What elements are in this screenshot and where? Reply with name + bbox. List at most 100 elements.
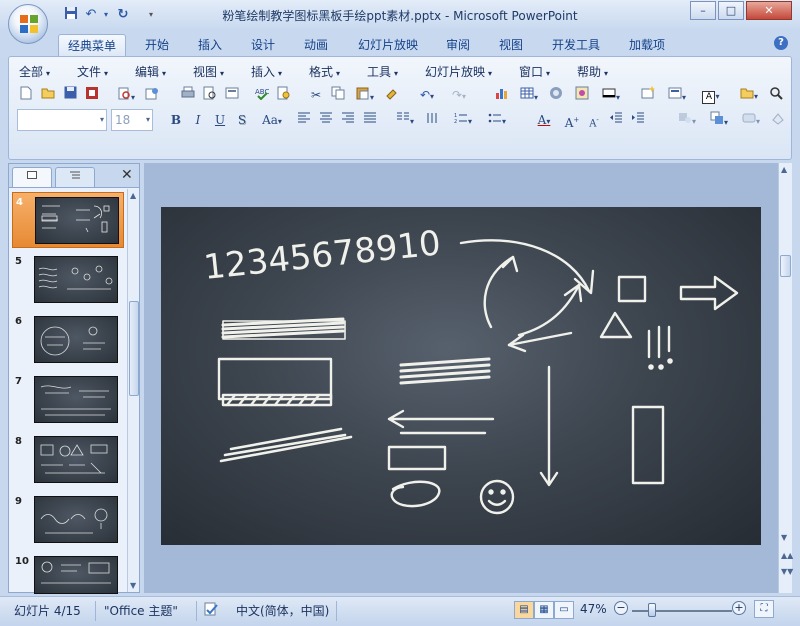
menu-window[interactable]: 窗口 ▾ (519, 63, 550, 80)
align-right-icon[interactable] (339, 110, 357, 130)
menu-file[interactable]: 文件 ▾ (77, 63, 108, 80)
scroll-up-icon[interactable]: ▲ (130, 191, 136, 200)
change-case-button[interactable]: Aa▾ (257, 110, 287, 130)
zoom-in-button[interactable]: + (732, 601, 746, 615)
increase-indent-icon[interactable] (629, 110, 647, 130)
office-button[interactable] (8, 4, 48, 44)
fit-to-window-icon[interactable]: ⛶ (754, 600, 774, 618)
help-icon[interactable]: ? (774, 36, 788, 50)
tab-addins[interactable]: 加载项 (622, 34, 672, 56)
theme-name[interactable]: "Office 主题" (104, 602, 178, 619)
tab-developer[interactable]: 开发工具 (546, 34, 606, 56)
font-size-combo[interactable]: 18 ▾ (111, 109, 153, 131)
slideshow-view-icon[interactable]: ▭ (554, 601, 574, 619)
slide-thumbnail-9[interactable]: 9 (12, 492, 124, 548)
menu-slideshow[interactable]: 幻灯片放映 ▾ (425, 63, 492, 80)
clipart-icon[interactable] (547, 85, 565, 105)
zoom-out-button[interactable]: − (614, 601, 628, 615)
arrange-dropdown-icon[interactable]: ▾ (705, 110, 733, 130)
close-button[interactable]: ✕ (746, 1, 792, 20)
tab-slideshow[interactable]: 幻灯片放映 (352, 34, 424, 56)
editor-scrollbar[interactable]: ▲ ▼ ▲▲ ▼▼ (778, 163, 793, 593)
textbox-dropdown-icon[interactable]: A ▾ (697, 85, 725, 105)
print-preview-dropdown-icon[interactable]: ▾ (113, 85, 139, 105)
slides-tab[interactable] (12, 167, 52, 187)
tab-insert[interactable]: 插入 (191, 34, 229, 56)
align-center-icon[interactable] (317, 110, 335, 130)
menu-format[interactable]: 格式 ▾ (309, 63, 340, 80)
underline-button[interactable]: U (211, 110, 229, 130)
save-toolbar-icon[interactable] (61, 85, 79, 105)
shrink-font-icon[interactable]: A- (585, 110, 603, 130)
current-slide[interactable]: 12345678910 !!! (161, 207, 761, 545)
menu-all[interactable]: 全部 ▾ (19, 63, 50, 80)
layout-icon[interactable] (223, 85, 241, 105)
bold-button[interactable]: B (167, 110, 185, 130)
slide-layout-dropdown-icon[interactable]: ▾ (663, 85, 691, 105)
publish-icon[interactable] (143, 85, 161, 105)
panel-scrollbar[interactable]: ▲ ▼ (127, 189, 139, 592)
tab-view[interactable]: 视图 (492, 34, 530, 56)
menu-tools[interactable]: 工具 ▾ (367, 63, 398, 80)
panel-scroll-thumb[interactable] (129, 301, 139, 396)
text-direction-icon[interactable] (423, 110, 441, 130)
menu-edit[interactable]: 编辑 ▾ (135, 63, 166, 80)
columns-dropdown-icon[interactable]: ▾ (391, 110, 419, 130)
editor-scroll-thumb[interactable] (780, 255, 791, 277)
spellcheck-icon[interactable] (204, 602, 220, 619)
undo-toolbar-icon[interactable]: ↶▾ (413, 85, 441, 105)
tab-classic-menu[interactable]: 经典菜单 (58, 34, 126, 56)
table-dropdown-icon[interactable]: ▾ (515, 85, 543, 105)
font-name-combo[interactable]: ▾ (17, 109, 107, 131)
format-painter-icon[interactable] (383, 85, 401, 105)
minimize-button[interactable]: – (690, 1, 716, 20)
tab-review[interactable]: 审阅 (439, 34, 477, 56)
chart-icon[interactable] (493, 85, 511, 105)
close-panel-icon[interactable]: ✕ (121, 167, 133, 183)
new-slide-icon[interactable] (639, 85, 657, 105)
font-color-button[interactable]: A▾ (529, 110, 559, 130)
slide-thumbnail-6[interactable]: 6 (12, 312, 124, 368)
research-icon[interactable] (275, 85, 293, 105)
shape-fill-icon[interactable] (769, 110, 787, 130)
italic-button[interactable]: I (189, 110, 207, 130)
justify-icon[interactable] (361, 110, 379, 130)
print-icon[interactable] (179, 85, 197, 105)
permission-icon[interactable] (83, 85, 101, 105)
numbering-dropdown-icon[interactable]: 1 2 ▾ (449, 110, 477, 130)
editor-scroll-down-icon[interactable]: ▼ (781, 533, 787, 542)
shadow-button[interactable]: S (233, 110, 251, 130)
slide-sorter-icon[interactable]: ▦ (534, 601, 554, 619)
align-left-icon[interactable] (295, 110, 313, 130)
quick-styles-dropdown-icon[interactable]: ▾ (737, 110, 765, 130)
preview-icon[interactable] (201, 85, 219, 105)
picture-icon[interactable] (573, 85, 591, 105)
tab-animation[interactable]: 动画 (297, 34, 335, 56)
border-dropdown-icon[interactable]: ▾ (597, 85, 625, 105)
new-icon[interactable] (17, 85, 35, 105)
tab-design[interactable]: 设计 (244, 34, 282, 56)
shapes-dropdown-icon[interactable]: ▾ (673, 110, 701, 130)
decrease-indent-icon[interactable] (607, 110, 625, 130)
paste-dropdown-icon[interactable]: ▾ (351, 85, 379, 105)
outline-tab[interactable] (55, 167, 95, 187)
slide-thumbnail-8[interactable]: 8 (12, 432, 124, 488)
bullets-dropdown-icon[interactable]: ▾ (483, 110, 511, 130)
copy-icon[interactable] (329, 85, 347, 105)
zoom-level[interactable]: 47% (580, 602, 607, 616)
grow-font-icon[interactable]: A+ (563, 110, 581, 130)
editor-scroll-up-icon[interactable]: ▲ (781, 165, 787, 174)
find-icon[interactable] (765, 85, 787, 105)
zoom-slider[interactable] (632, 610, 732, 612)
scroll-down-icon[interactable]: ▼ (130, 581, 136, 590)
zoom-slider-handle[interactable] (648, 603, 656, 617)
cut-icon[interactable]: ✂ (307, 85, 325, 105)
slide-thumbnail-5[interactable]: 5 (12, 252, 124, 308)
slide-thumbnail-10[interactable]: 10 (12, 552, 124, 594)
language-indicator[interactable]: 中文(简体，中国) (236, 602, 329, 619)
spelling-icon[interactable]: ABC (253, 85, 271, 105)
normal-view-icon[interactable]: ▤ (514, 601, 534, 619)
next-slide-icon[interactable]: ▼▼ (781, 567, 793, 576)
menu-help[interactable]: 帮助 ▾ (577, 63, 608, 80)
prev-slide-icon[interactable]: ▲▲ (781, 551, 793, 560)
